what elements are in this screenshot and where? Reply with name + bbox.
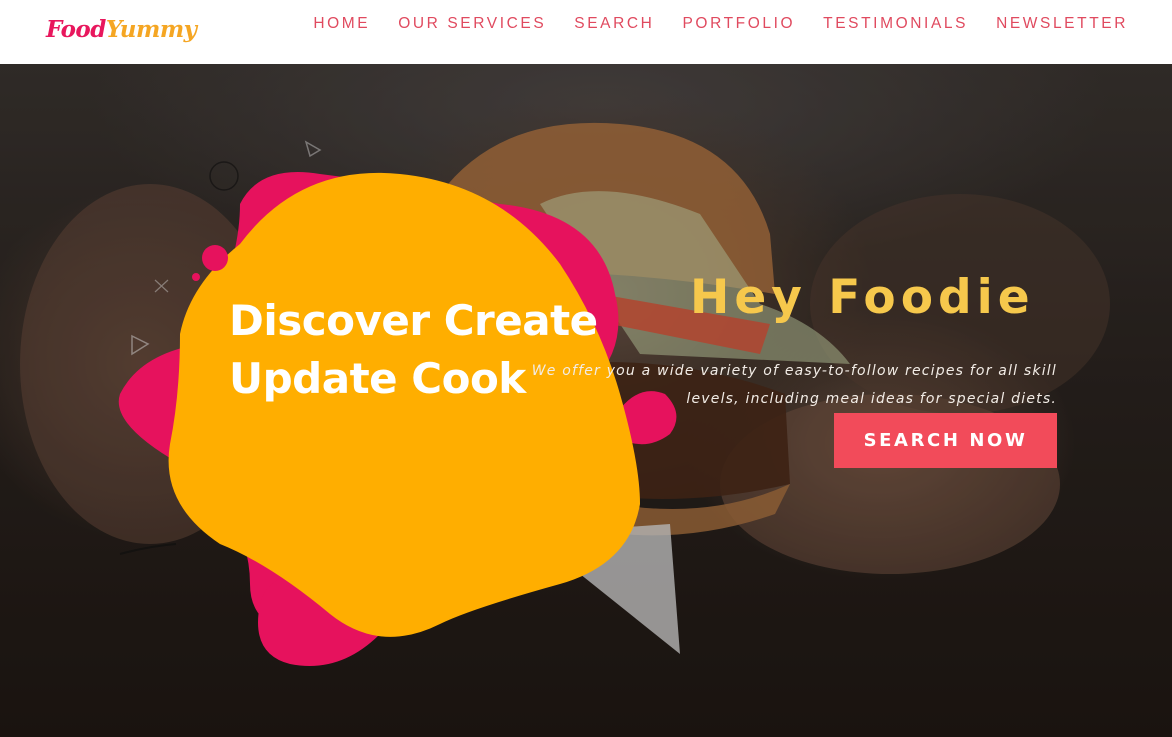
hero-title-line1: Discover Create [229, 296, 598, 345]
nav-item-portfolio[interactable]: PORTFOLIO [654, 14, 795, 34]
nav-item-our-services[interactable]: OUR SERVICES [370, 14, 546, 34]
hero-heading: Hey Foodie [690, 270, 1035, 325]
hero-section: Discover Create Update Cook Hey Foodie W… [0, 64, 1172, 737]
site-header: FoodYummy HOME OUR SERVICES SEARCH PORTF… [0, 0, 1172, 64]
search-now-button[interactable]: SEARCH NOW [834, 413, 1057, 468]
nav-item-search[interactable]: SEARCH [546, 14, 654, 34]
logo[interactable]: FoodYummy [46, 12, 197, 48]
hero-tagline: We offer you a wide variety of easy-to-f… [531, 363, 1057, 407]
main-nav: HOME OUR SERVICES SEARCH PORTFOLIO TESTI… [285, 14, 1128, 34]
nav-item-home[interactable]: HOME [285, 14, 370, 34]
nav-item-newsletter[interactable]: NEWSLETTER [968, 14, 1128, 34]
hero-title-line2: Update Cook [229, 354, 526, 403]
nav-item-testimonials[interactable]: TESTIMONIALS [795, 14, 968, 34]
